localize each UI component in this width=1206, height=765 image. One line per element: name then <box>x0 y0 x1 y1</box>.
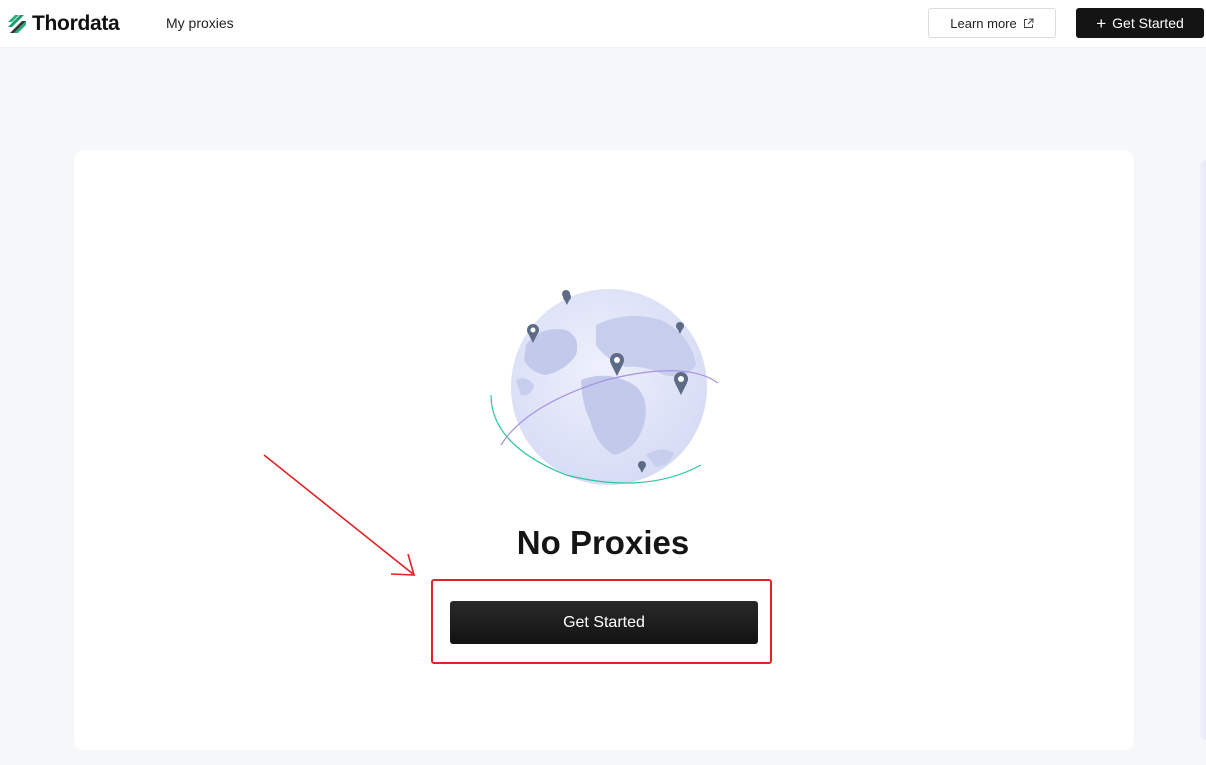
external-link-icon <box>1023 18 1034 28</box>
learn-more-label: Learn more <box>950 15 1017 31</box>
nav-my-proxies[interactable]: My proxies <box>166 15 234 31</box>
get-started-header-label: Get Started <box>1112 15 1184 31</box>
brand-name: Thordata <box>32 12 120 35</box>
learn-more-button[interactable]: Learn more <box>928 8 1056 38</box>
side-panel-edge <box>1200 160 1206 740</box>
get-started-header-button[interactable]: + Get Started <box>1076 8 1204 38</box>
top-bar: Thordata My proxies Learn more + Get Sta… <box>0 0 1206 48</box>
thordata-logo-icon <box>8 15 26 33</box>
plus-icon: + <box>1096 13 1107 33</box>
logo[interactable]: Thordata <box>6 12 120 36</box>
get-started-button[interactable]: Get Started <box>450 601 758 644</box>
empty-state-title: No Proxies <box>516 524 690 561</box>
annotation-arrow-icon <box>263 454 416 576</box>
globe-icon <box>486 285 726 490</box>
